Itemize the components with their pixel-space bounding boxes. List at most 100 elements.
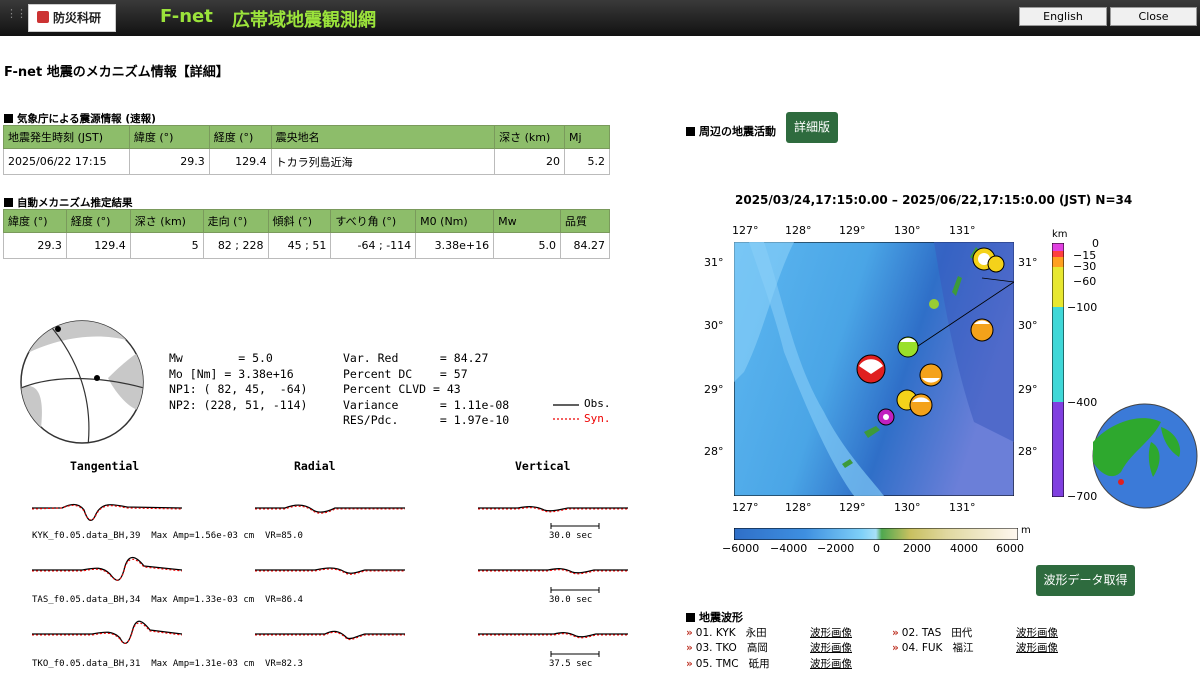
lat-tick: 28° [1018, 445, 1038, 458]
table-header: 深さ (km) [129, 209, 204, 233]
waveform-label: KYK_f0.05.data_BH,39 Max Amp=1.56e-03 cm… [32, 531, 303, 541]
jma-table: 地震発生時刻 (JST) 緯度 (°) 経度 (°) 震央地名 深さ (km) … [3, 125, 610, 175]
lon-tick: 131° [949, 224, 976, 237]
waveform-tko-tangential [32, 620, 182, 644]
table-header: 地震発生時刻 (JST) [3, 125, 130, 149]
table-header: 品質 [559, 209, 611, 233]
elev-tick: −4000 [770, 542, 808, 555]
depth-tick: −30 [1073, 260, 1097, 273]
lon-tick: 130° [894, 224, 921, 237]
lon-tick: 131° [949, 501, 976, 514]
table-cell: 82 ; 228 [202, 232, 269, 259]
page-title: F-net 地震のメカニズム情報【詳細】 [4, 65, 229, 80]
station-row: » 04. FUK 福江 [892, 642, 974, 654]
table-cell: 29.3 [128, 148, 210, 175]
waveform-image-link[interactable]: 波形画像 [1016, 625, 1058, 640]
station-row: » 02. TAS 田代 [892, 627, 973, 639]
waveform-data-button[interactable]: 波形データ取得 [1036, 565, 1135, 596]
apps-grid-icon[interactable]: ⋮⋮⋮ [6, 8, 37, 23]
inset-globe-map [1092, 403, 1198, 509]
depth-unit: km [1052, 229, 1068, 240]
depth-tick: −60 [1073, 275, 1097, 288]
lat-tick: 28° [704, 445, 724, 458]
nied-logo[interactable]: 防災科研 [28, 4, 116, 32]
top-bar: ⋮⋮⋮ 防災科研 F-net 広帯域地震観測網 English Close [0, 0, 1200, 36]
table-header: 震央地名 [270, 125, 496, 149]
scale-bar [550, 587, 600, 593]
lat-tick: 30° [704, 319, 724, 332]
table-cell: 29.3 [3, 232, 67, 259]
waveform-kyk-radial [255, 504, 405, 514]
jma-section-title: 気象庁による震源情報 (速報) [4, 111, 156, 126]
waveform-image-link[interactable]: 波形画像 [810, 656, 852, 671]
table-header: すべり角 (°) [330, 209, 417, 233]
seismicity-map [734, 242, 1014, 496]
brand-subtitle: 広帯域地震観測網 [232, 10, 376, 31]
col-radial: Radial [294, 459, 336, 473]
detail-version-button[interactable]: 詳細版 [786, 112, 838, 143]
waveform-kyk-vertical [478, 506, 628, 513]
table-cell: 129.4 [65, 232, 131, 259]
depth-colorbar [1052, 243, 1064, 497]
focal-mechanism-beachball [20, 320, 144, 444]
scale-bar [550, 523, 600, 529]
elev-tick: 2000 [903, 542, 931, 555]
map-title: 2025/03/24,17:15:0.00 – 2025/06/22,17:15… [735, 193, 1133, 207]
double-chevron-icon: » [892, 642, 899, 654]
mech-table: 緯度 (°) 経度 (°) 深さ (km) 走向 (°) 傾斜 (°) すべり角… [3, 209, 611, 259]
col-tangential: Tangential [70, 459, 140, 473]
lon-tick: 130° [894, 501, 921, 514]
table-header: 緯度 (°) [3, 209, 67, 233]
waveform-tko-vertical [478, 632, 628, 639]
brand-name: F-net [160, 6, 213, 27]
lon-tick: 128° [785, 224, 812, 237]
table-cell: 20 [494, 148, 566, 175]
lon-tick: 127° [732, 501, 759, 514]
station-row: » 05. TMC 砥用 [686, 658, 770, 670]
table-cell: 45 ; 51 [267, 232, 332, 259]
waveform-tas-tangential [32, 556, 182, 581]
col-vertical: Vertical [515, 459, 571, 473]
lat-tick: 30° [1018, 319, 1038, 332]
table-cell: トカラ列島近海 [270, 148, 496, 175]
waveform-label: TKO_f0.05.data_BH,31 Max Amp=1.31e-03 cm… [32, 659, 303, 669]
table-header: 経度 (°) [208, 125, 272, 149]
lon-tick: 128° [785, 501, 812, 514]
double-chevron-icon: » [892, 627, 899, 639]
waveform-image-link[interactable]: 波形画像 [810, 640, 852, 655]
lon-tick: 127° [732, 224, 759, 237]
depth-tick: −100 [1067, 301, 1098, 314]
elevation-colorbar [734, 528, 1018, 540]
scale-bar [550, 651, 600, 657]
double-chevron-icon: » [686, 658, 693, 670]
table-header: 走向 (°) [202, 209, 269, 233]
lat-tick: 29° [704, 383, 724, 396]
table-cell: 2025/06/22 17:15 [3, 148, 130, 175]
table-header: 経度 (°) [65, 209, 131, 233]
double-chevron-icon: » [686, 642, 693, 654]
table-cell: 5.2 [564, 148, 610, 175]
table-cell: 84.27 [559, 232, 611, 259]
english-button[interactable]: English [1019, 7, 1107, 26]
lon-tick: 129° [839, 501, 866, 514]
legend-syn: Syn. [584, 412, 611, 425]
table-cell: 5.0 [493, 232, 561, 259]
mechanism-params-left: Mw = 5.0 Mo [Nm] = 3.38e+16 NP1: ( 82, 4… [169, 351, 308, 412]
elev-tick: −2000 [817, 542, 855, 555]
table-header: 緯度 (°) [128, 125, 210, 149]
table-header: M0 (Nm) [415, 209, 495, 233]
scale-label: 30.0 sec [549, 595, 593, 605]
table-cell: -64 ; -114 [330, 232, 417, 259]
close-button[interactable]: Close [1110, 7, 1197, 26]
waveform-kyk-tangential [32, 503, 182, 521]
elev-tick: 6000 [996, 542, 1024, 555]
table-header: Mw [493, 209, 561, 233]
lat-tick: 31° [704, 256, 724, 269]
lon-tick: 129° [839, 224, 866, 237]
elev-tick: 0 [873, 542, 880, 555]
activity-section-title: 周辺の地震活動 [686, 123, 776, 139]
waveform-image-link[interactable]: 波形画像 [1016, 640, 1058, 655]
logo-mark-icon [37, 11, 49, 23]
waveform-image-link[interactable]: 波形画像 [810, 625, 852, 640]
elev-tick: −6000 [722, 542, 760, 555]
